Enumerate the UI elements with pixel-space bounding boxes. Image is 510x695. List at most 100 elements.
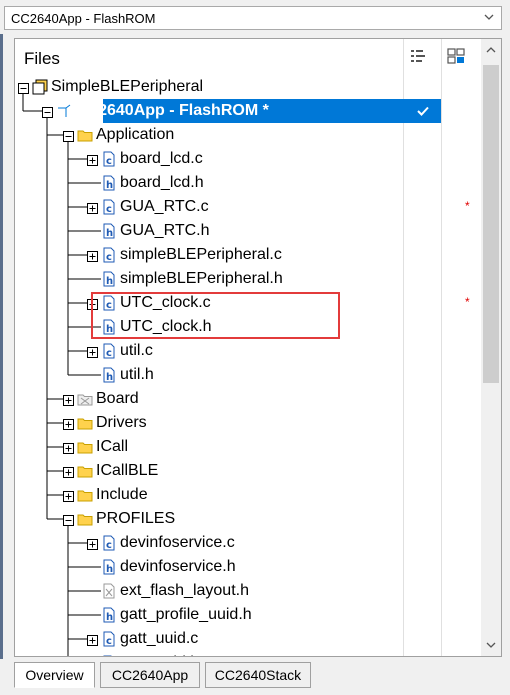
c-source-file-icon: c [101,631,117,647]
tree-project-row[interactable]: CC2640App - FlashROM * [15,99,481,123]
tab-cc2640stack[interactable]: CC2640Stack [205,662,311,688]
expand-plus-icon[interactable] [63,441,74,454]
tab-overview[interactable]: Overview [14,662,95,688]
c-source-file-icon: c [101,535,117,551]
ide-workspace-window: CC2640App - FlashROM Files SimpleBLEPeri… [0,0,510,695]
tree-file-row[interactable]: c GUA_RTC.c * [15,195,481,219]
expand-plus-icon[interactable] [87,201,98,214]
header-file-icon: h [101,367,117,383]
tree-item-label: Application [96,126,175,143]
tree-file-row[interactable]: c board_lcd.c [15,147,481,171]
tree-folder-row[interactable]: Drivers [15,411,481,435]
tree-item-label: simpleBLEPeripheral.c [120,246,282,263]
header-file-icon: h [101,271,117,287]
tree-item-label: ICallBLE [96,462,159,479]
tree-file-row[interactable]: h board_lcd.h [15,171,481,195]
expand-plus-icon[interactable] [87,249,98,262]
tree-file-row[interactable]: hgatt_uuid.h [15,651,481,656]
project-icon [56,103,72,119]
vertical-scrollbar[interactable] [481,39,501,656]
tab-cc2640app[interactable]: CC2640App [100,662,200,688]
scroll-up-icon[interactable] [486,45,496,55]
tree-workspace-row[interactable]: SimpleBLEPeripheral [15,75,481,99]
svg-text:h: h [106,564,113,575]
folder-icon [77,127,93,143]
tree-item-label: gatt_uuid.h [120,653,199,656]
expand-plus-icon[interactable] [63,465,74,478]
svg-text:h: h [106,228,113,239]
tree-file-row[interactable]: h util.h [15,363,481,387]
tree-folder-row[interactable]: Include [15,483,481,507]
tree-folder-row[interactable]: Board [15,387,481,411]
tree-file-row[interactable]: h gatt_profile_uuid.h [15,603,481,627]
tree-file-row[interactable]: h devinfoservice.h [15,555,481,579]
expand-plus-icon[interactable] [87,297,98,310]
c-source-file-icon: c [101,199,117,215]
collapse-minus-icon[interactable] [63,129,74,142]
svg-text:c: c [106,636,112,647]
tree-item-label: devinfoservice.h [120,558,236,575]
columns-options-icon[interactable] [447,48,465,64]
expand-plus-icon[interactable] [63,417,74,430]
folder-icon [77,511,93,527]
tree-item-label: simpleBLEPeripheral.h [120,270,283,287]
tree-item-label: ext_flash_layout.h [120,582,249,599]
tree-file-row[interactable]: c UTC_clock.c * [15,291,481,315]
tree-file-row[interactable]: h GUA_RTC.h [15,219,481,243]
svg-text:h: h [106,324,113,335]
svg-text:c: c [106,540,112,551]
collapse-minus-icon[interactable] [42,105,53,118]
folder-icon [77,415,93,431]
active-config-check-cell [405,99,441,123]
tree-folder-row[interactable]: ICallBLE [15,459,481,483]
tree-item-label: gatt_profile_uuid.h [120,606,252,623]
tab-cc2640stack-label: CC2640Stack [214,667,302,683]
tree-file-row[interactable]: c simpleBLEPeripheral.c [15,243,481,267]
expand-plus-icon[interactable] [87,537,98,550]
collapse-minus-icon[interactable] [63,513,74,526]
tree-item-label: PROFILES [96,510,176,527]
chevron-down-icon[interactable] [483,10,495,24]
c-source-file-icon: c [101,247,117,263]
header-file-icon: h [101,175,117,191]
tree-item-label: devinfoservice.c [120,534,235,551]
folder-icon [77,487,93,503]
tree-file-row[interactable]: ext_flash_layout.h [15,579,481,603]
configuration-dropdown[interactable]: CC2640App - FlashROM [4,6,502,30]
tree-item-label: ICall [96,438,129,455]
expand-plus-icon[interactable] [63,393,74,406]
expand-plus-icon[interactable] [87,633,98,646]
tree-folder-row[interactable]: Application [15,123,481,147]
tree-file-row[interactable]: h simpleBLEPeripheral.h [15,267,481,291]
tree-file-row[interactable]: c util.c [15,339,481,363]
c-source-file-icon: c [101,151,117,167]
tree-folder-row[interactable]: PROFILES [15,507,481,531]
scrollbar-thumb[interactable] [483,65,499,383]
tree-item-label: UTC_clock.c [120,294,211,311]
tree-file-row[interactable]: c devinfoservice.c [15,531,481,555]
checkmark-icon [417,106,429,116]
expand-plus-icon[interactable] [63,489,74,502]
header-file-icon: h [101,319,117,335]
scroll-down-icon[interactable] [486,640,496,650]
workspace-icon [32,79,48,95]
expand-plus-icon[interactable] [87,153,98,166]
file-tree: SimpleBLEPeripheral CC2640App - FlashROM … [15,75,481,656]
tree-file-row[interactable]: c gatt_uuid.c [15,627,481,651]
files-header-label: Files [24,49,60,68]
header-file-icon: h [101,223,117,239]
svg-text:h: h [106,276,113,287]
tab-cc2640app-label: CC2640App [111,667,189,683]
folder-icon [77,463,93,479]
tree-item-label: board_lcd.c [120,150,203,167]
excluded-folder-icon [77,391,93,407]
expand-plus-icon[interactable] [87,345,98,358]
collapse-minus-icon[interactable] [18,81,29,94]
tree-item-label: CC2640App - FlashROM * [75,102,269,119]
tree-folder-row[interactable]: ICall [15,435,481,459]
build-state-column-icon[interactable] [409,48,427,64]
folder-icon [77,439,93,455]
tree-file-row[interactable]: h UTC_clock.h [15,315,481,339]
svg-text:h: h [106,180,113,191]
svg-text:h: h [106,612,113,623]
